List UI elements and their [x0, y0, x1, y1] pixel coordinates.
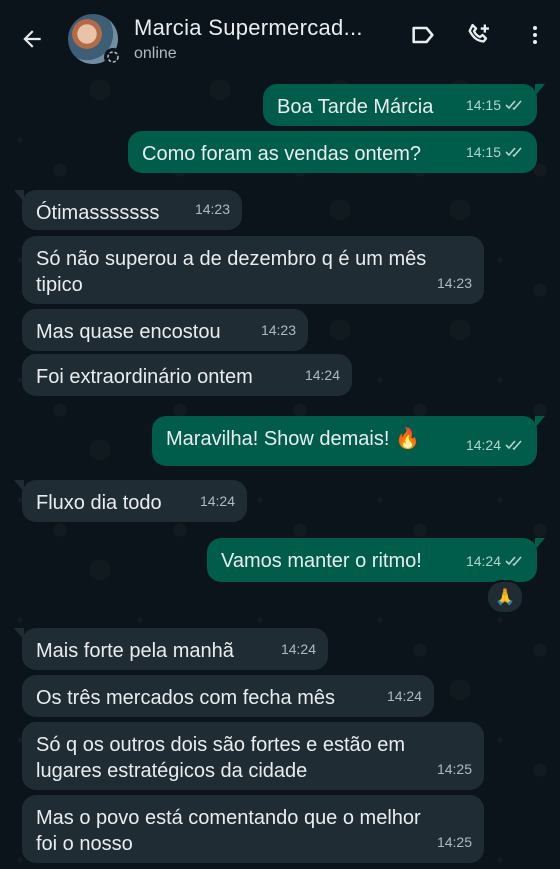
message-meta: 14:24 [305, 362, 340, 388]
message-incoming[interactable]: Só q os outros dois são fortes e estão e… [22, 722, 484, 790]
message-meta: 14:25 [437, 756, 472, 782]
message-meta: 14:24 [466, 432, 525, 458]
message-meta: 14:25 [437, 829, 472, 855]
double-check-icon [505, 440, 522, 451]
message-outgoing[interactable]: Vamos manter o ritmo! 14:24 [207, 538, 545, 582]
chat-screen: Marcia Supermercad... online Boa Tarde M… [0, 0, 560, 869]
message-time: 14:15 [465, 97, 501, 113]
message-incoming[interactable]: Mais forte pela manhã 14:24 [14, 628, 328, 670]
message-incoming[interactable]: Foi extraordinário ontem 14:24 [22, 354, 352, 396]
message-time: 14:24 [304, 367, 340, 383]
message-meta: 14:23 [195, 196, 230, 222]
chat-header: Marcia Supermercad... online [0, 0, 560, 78]
message-meta: 14:24 [466, 548, 525, 574]
message-incoming[interactable]: Fluxo dia todo 14:24 [14, 480, 247, 522]
label-button[interactable] [408, 20, 438, 50]
contact-avatar[interactable] [68, 14, 122, 66]
message-text: Mas o povo está comentando que o melhor … [36, 807, 421, 855]
status-ring-icon [104, 48, 122, 66]
message-time: 14:24 [280, 641, 316, 657]
message-time: 14:23 [260, 322, 296, 338]
double-check-icon [505, 556, 522, 567]
message-incoming[interactable]: Só não superou a de dezembro q é um mês … [22, 236, 484, 304]
message-incoming[interactable]: Mas quase encostou 14:23 [22, 309, 308, 351]
label-tag-icon [412, 26, 434, 44]
contact-name: Marcia Supermercad... [134, 15, 363, 40]
more-vertical-icon [533, 26, 537, 44]
message-meta: 14:24 [200, 488, 235, 514]
message-reaction[interactable]: 🙏 [486, 580, 524, 614]
contact-status: online [134, 45, 177, 62]
message-text: Mais forte pela manhã [36, 640, 234, 662]
double-check-icon [505, 147, 522, 158]
header-actions [408, 20, 550, 50]
message-meta: 14:24 [281, 636, 316, 662]
message-time: 14:24 [465, 553, 501, 569]
menu-button[interactable] [520, 20, 550, 50]
message-meta: 14:15 [466, 139, 525, 165]
call-add-icon [468, 23, 489, 43]
message-outgoing[interactable]: Boa Tarde Márcia 14:15 [263, 84, 545, 126]
message-time: 14:25 [436, 761, 472, 777]
message-time: 14:24 [386, 688, 422, 704]
arrow-left-icon [23, 30, 41, 48]
message-text: Foi extraordinário ontem [36, 366, 253, 388]
message-time: 14:23 [436, 275, 472, 291]
message-meta: 14:24 [387, 683, 422, 709]
message-outgoing[interactable]: Como foram as vendas ontem? 14:15 [128, 131, 537, 173]
message-incoming[interactable]: Os três mercados com fecha mês 14:24 [22, 675, 434, 717]
double-check-icon [505, 100, 522, 111]
message-time: 14:23 [194, 201, 230, 217]
message-text: Só q os outros dois são fortes e estão e… [36, 734, 406, 782]
message-meta: 14:23 [437, 270, 472, 296]
message-time: 14:24 [465, 437, 501, 453]
message-time: 14:24 [199, 493, 235, 509]
back-button[interactable] [14, 21, 50, 57]
message-text: Mas quase encostou [36, 321, 221, 343]
message-time: 14:25 [436, 834, 472, 850]
message-text: Os três mercados com fecha mês [36, 687, 335, 709]
contact-info[interactable]: Marcia Supermercad... online [134, 15, 374, 63]
message-time: 14:15 [465, 144, 501, 160]
message-text: Só não superou a de dezembro q é um mês … [36, 248, 427, 296]
add-call-button[interactable] [464, 20, 494, 50]
message-meta: 14:23 [261, 317, 296, 343]
message-incoming[interactable]: Ótimasssssss 14:23 [14, 190, 242, 230]
message-meta: 14:15 [466, 92, 525, 118]
message-outgoing[interactable]: Maravilha! Show demais! 🔥 14:24 [152, 416, 545, 466]
message-incoming[interactable]: Mas o povo está comentando que o melhor … [22, 795, 484, 863]
